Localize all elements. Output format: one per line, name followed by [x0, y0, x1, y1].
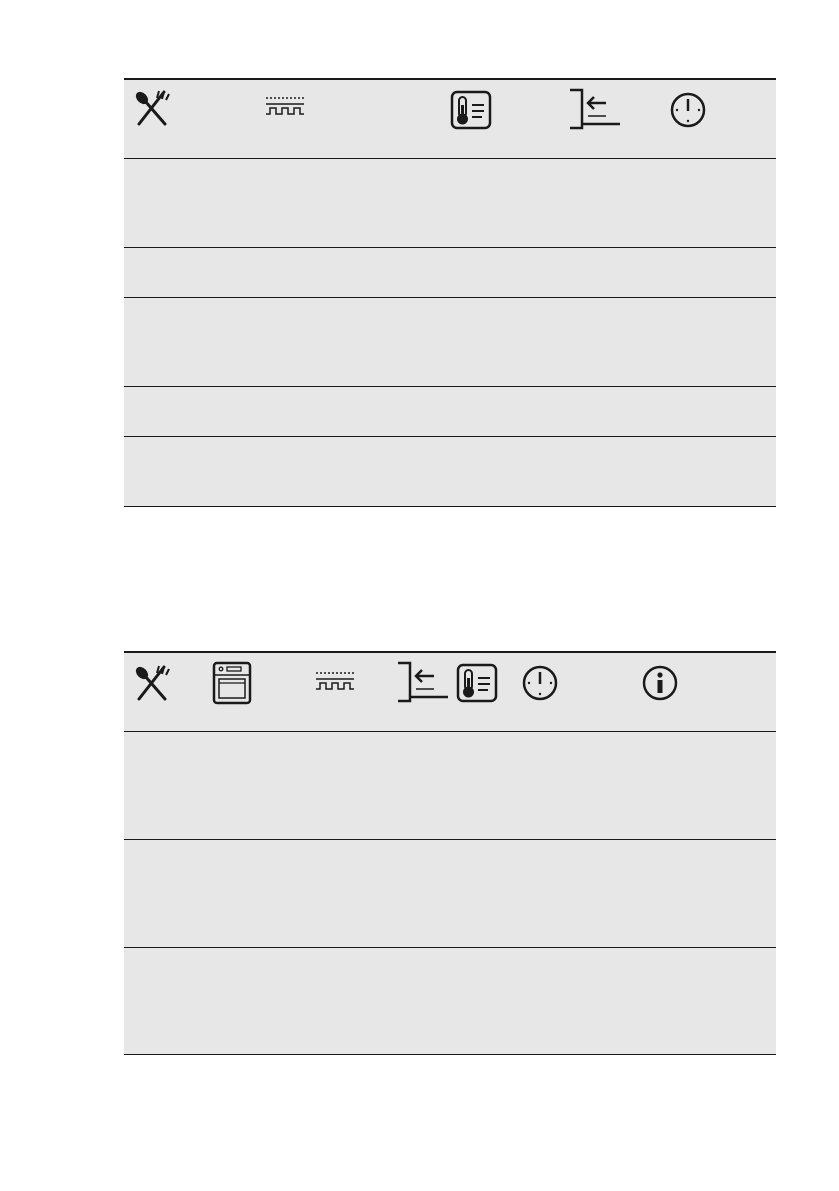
grill-heating-icon — [314, 669, 356, 697]
shelf-position-icon — [568, 88, 622, 132]
table-row — [124, 386, 776, 436]
grill-heating-icon — [264, 94, 306, 122]
cooking-table-1 — [124, 78, 776, 507]
shelf-position-icon — [396, 661, 450, 705]
temperature-icon — [450, 90, 494, 130]
table-row — [124, 297, 776, 386]
food-icon — [132, 88, 172, 128]
table-row — [124, 839, 776, 947]
time-icon — [520, 663, 560, 703]
table-header — [124, 78, 776, 158]
table-row — [124, 947, 776, 1055]
food-icon — [132, 663, 172, 703]
table-row — [124, 247, 776, 297]
table-header — [124, 651, 776, 731]
oven-function-icon — [212, 661, 252, 705]
table-row — [124, 731, 776, 839]
table-row — [124, 436, 776, 507]
information-icon — [640, 663, 680, 703]
time-icon — [668, 90, 708, 130]
cooking-table-2 — [124, 651, 776, 1055]
temperature-icon — [456, 663, 500, 703]
table-row — [124, 158, 776, 247]
